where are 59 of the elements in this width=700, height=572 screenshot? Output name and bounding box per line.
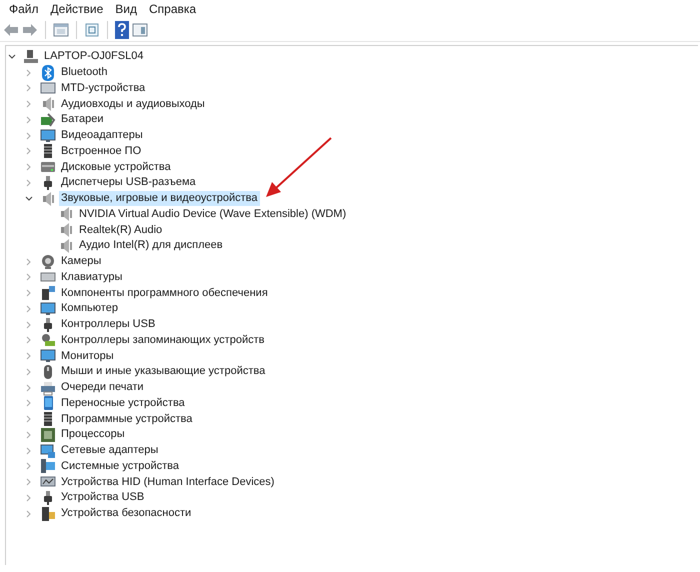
tree-item[interactable]: Устройства безопасности xyxy=(59,506,194,522)
tree-item[interactable]: Контроллеры USB xyxy=(59,317,158,332)
speaker-icon xyxy=(58,238,74,254)
update-icon[interactable] xyxy=(84,22,100,38)
properties-icon[interactable] xyxy=(53,22,69,38)
network-icon xyxy=(40,442,56,459)
menu-item[interactable]: Действие xyxy=(44,0,110,19)
computer-icon xyxy=(23,48,39,65)
monitor-icon xyxy=(40,348,56,364)
software-icon xyxy=(40,285,56,302)
monitor-icon xyxy=(40,128,56,144)
speaker-icon xyxy=(58,222,74,238)
tree-item[interactable]: Батареи xyxy=(59,112,106,128)
tree-item[interactable]: Встроенное ПО xyxy=(59,144,144,159)
forward-icon[interactable] xyxy=(22,22,38,36)
menu-item[interactable]: Файл xyxy=(3,0,45,19)
device-icon xyxy=(40,80,56,96)
back-icon[interactable] xyxy=(3,22,19,36)
tree-item[interactable]: Клавиатуры xyxy=(59,270,124,285)
tree-item[interactable]: Компоненты программного обеспечения xyxy=(59,286,270,301)
tree-item[interactable]: Дисковые устройства xyxy=(59,160,173,175)
bluetooth-icon xyxy=(40,64,56,81)
tree-item[interactable]: Аудио Intel(R) для дисплеев xyxy=(77,238,225,254)
tree-item[interactable]: Видеоадаптеры xyxy=(59,128,145,144)
tree-item[interactable]: Bluetooth xyxy=(59,65,110,80)
tree-item[interactable]: Мониторы xyxy=(59,348,116,364)
tree-item[interactable]: Контроллеры запоминающих устройств xyxy=(59,332,266,348)
tree-item[interactable]: Устройства USB xyxy=(59,490,146,506)
tree-item[interactable]: Компьютер xyxy=(59,301,120,316)
tree-item[interactable]: Переносные устройства xyxy=(59,396,187,411)
annotation-arrow xyxy=(264,136,334,200)
tree-item[interactable]: Realtek(R) Audio xyxy=(77,222,164,238)
tree-item[interactable]: MTD-устройства xyxy=(59,80,148,96)
tree-item[interactable]: Сетевые адаптеры xyxy=(59,443,160,458)
tree-item[interactable]: Звуковые, игровые и видеоустройства xyxy=(59,191,260,206)
tree-item[interactable]: Процессоры xyxy=(59,427,127,442)
tree-item[interactable]: Очереди печати xyxy=(59,380,146,396)
menu-item[interactable]: Вид xyxy=(109,0,143,19)
tree-item[interactable]: Устройства HID (Human Interface Devices) xyxy=(59,474,276,490)
speaker-icon xyxy=(40,190,56,207)
tree-item[interactable]: LAPTOP-OJ0FSL04 xyxy=(42,49,146,64)
processor-icon xyxy=(40,426,56,443)
battery-icon xyxy=(40,112,56,128)
tree-item[interactable]: Мыши и иные указывающие устройства xyxy=(59,364,268,380)
tree-item[interactable]: Аудиовходы и аудиовыходы xyxy=(59,96,207,112)
monitor-icon xyxy=(40,300,56,317)
storage-icon xyxy=(40,332,56,348)
tree-item[interactable]: Программные устройства xyxy=(59,412,194,427)
tree-item[interactable]: Камеры xyxy=(59,254,104,270)
camera-icon xyxy=(40,254,56,270)
printer-icon xyxy=(40,380,56,396)
menu-item[interactable]: Справка xyxy=(143,0,202,19)
tree-item[interactable]: Диспетчеры USB-разъема xyxy=(59,175,198,190)
speaker-icon xyxy=(40,96,56,112)
console-icon[interactable] xyxy=(132,22,148,38)
speaker-icon xyxy=(58,206,74,222)
tree-item[interactable]: Системные устройства xyxy=(59,458,182,474)
help-icon[interactable] xyxy=(115,20,129,38)
tree-item[interactable]: NVIDIA Virtual Audio Device (Wave Extensible) (WDM) xyxy=(77,206,348,222)
